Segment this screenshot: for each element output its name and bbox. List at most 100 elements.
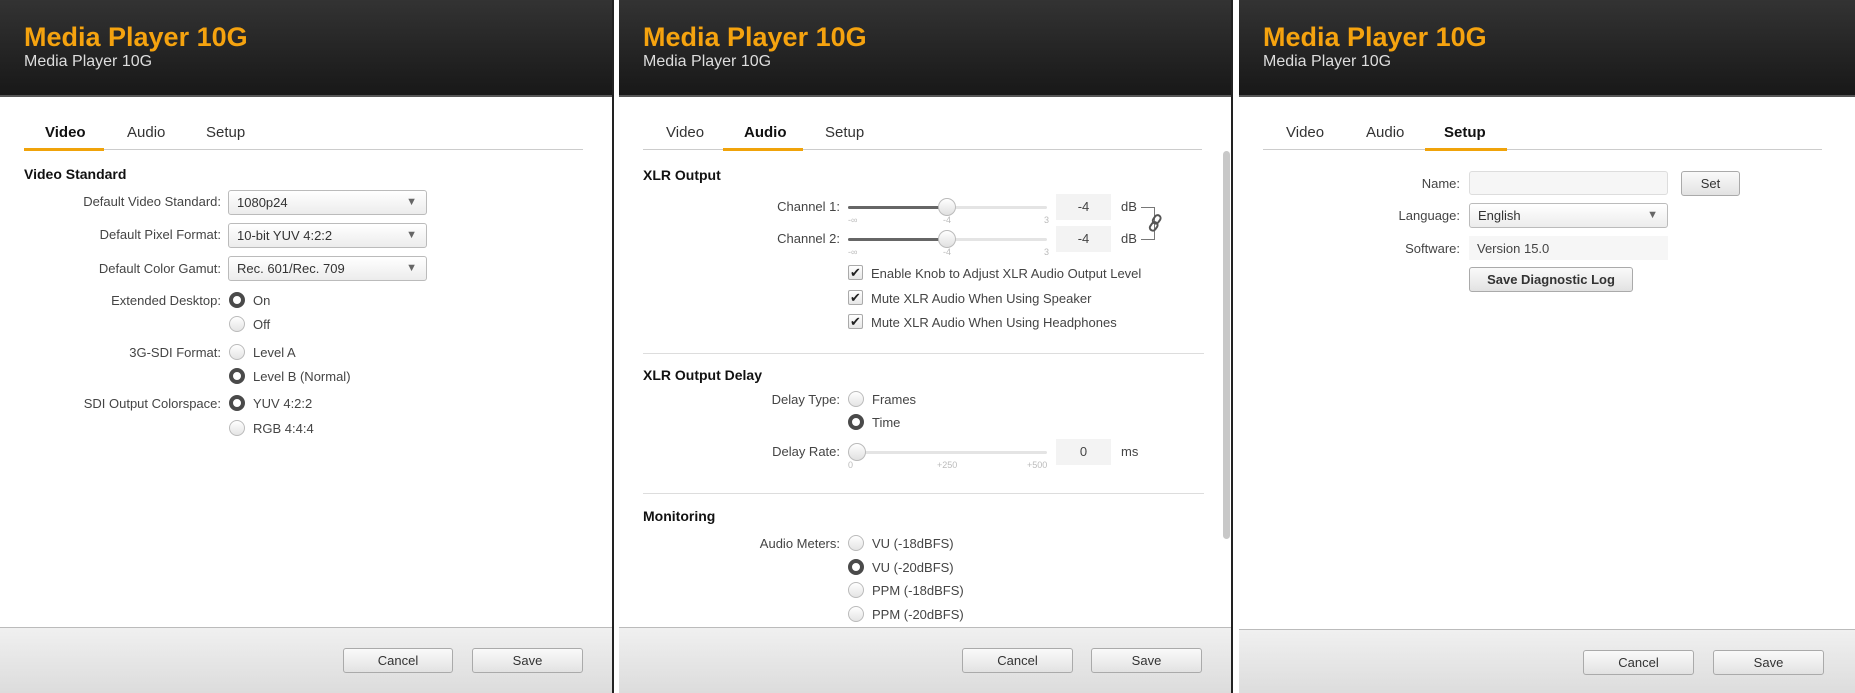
delay-rate-input[interactable]: 0	[1056, 439, 1111, 465]
delay-type-label: Delay Type:	[771, 392, 840, 407]
cancel-button[interactable]: Cancel	[343, 648, 453, 673]
app-title: Media Player 10G	[1263, 22, 1487, 52]
default-pixel-format-dropdown[interactable]: 10-bit YUV 4:2:2 ▼	[228, 223, 427, 248]
channel-2-label: Channel 2:	[777, 231, 840, 246]
tab-video[interactable]: Video	[666, 124, 704, 141]
frames-radio[interactable]	[848, 391, 864, 407]
level-a-radio[interactable]	[229, 344, 245, 360]
tab-audio[interactable]: Audio	[744, 124, 787, 141]
checkbox-label: Enable Knob to Adjust XLR Audio Output L…	[871, 266, 1142, 281]
save-button[interactable]: Save	[472, 648, 583, 673]
radio-label: Level B (Normal)	[253, 369, 351, 384]
software-version: Version 15.0	[1469, 236, 1668, 260]
tick-label: -∞	[848, 247, 858, 257]
vu-20-radio[interactable]	[848, 559, 864, 575]
app-subtitle: Media Player 10G	[1263, 53, 1392, 70]
chevron-down-icon: ▼	[406, 262, 417, 274]
active-tab-indicator	[723, 148, 803, 151]
tick-label: -4	[943, 215, 952, 225]
enable-knob-checkbox[interactable]: ✔	[848, 265, 863, 280]
radio-label: PPM (-20dBFS)	[872, 607, 964, 622]
dropdown-value: Rec. 601/Rec. 709	[237, 261, 345, 276]
header: Media Player 10G Media Player 10G	[619, 0, 1231, 97]
tab-divider	[24, 149, 583, 150]
time-radio[interactable]	[848, 414, 864, 430]
radio-label: Level A	[253, 345, 296, 360]
delay-rate-slider-handle[interactable]	[848, 443, 866, 461]
channel-1-slider-handle[interactable]	[938, 198, 956, 216]
video-settings-window: Media Player 10G Media Player 10G Video …	[0, 0, 614, 693]
section-title: Video Standard	[24, 166, 127, 182]
mute-headphones-checkbox[interactable]: ✔	[848, 314, 863, 329]
default-video-standard-label: Default Video Standard:	[83, 194, 221, 209]
tab-setup[interactable]: Setup	[206, 124, 245, 141]
default-color-gamut-dropdown[interactable]: Rec. 601/Rec. 709 ▼	[228, 256, 427, 281]
radio-label: On	[253, 293, 271, 308]
dropdown-value: English	[1478, 208, 1521, 223]
app-subtitle: Media Player 10G	[24, 53, 153, 70]
channel-2-slider-handle[interactable]	[938, 230, 956, 248]
radio-label: Time	[872, 415, 901, 430]
chevron-down-icon: ▼	[406, 229, 417, 241]
tab-video[interactable]: Video	[45, 124, 86, 141]
default-pixel-format-label: Default Pixel Format:	[99, 227, 221, 242]
sdi-format-label: 3G-SDI Format:	[129, 345, 221, 360]
audio-settings-window: Media Player 10G Media Player 10G Video …	[619, 0, 1233, 693]
checkbox-label: Mute XLR Audio When Using Speaker	[871, 291, 1092, 306]
cancel-button[interactable]: Cancel	[962, 648, 1073, 673]
extended-desktop-off-radio[interactable]	[229, 316, 245, 332]
mute-speaker-checkbox[interactable]: ✔	[848, 290, 863, 305]
active-tab-indicator	[24, 148, 104, 151]
slider-fill	[848, 238, 947, 241]
level-b-radio[interactable]	[229, 368, 245, 384]
cancel-button[interactable]: Cancel	[1583, 650, 1694, 675]
ppm-20-radio[interactable]	[848, 606, 864, 622]
audio-meters-label: Audio Meters:	[759, 536, 840, 551]
ppm-18-radio[interactable]	[848, 582, 864, 598]
tick-label: +500	[1027, 460, 1048, 470]
yuv-radio[interactable]	[229, 395, 245, 411]
set-button[interactable]: Set	[1681, 171, 1740, 196]
channel-2-value-input[interactable]: -4	[1056, 226, 1111, 252]
delay-rate-label: Delay Rate:	[772, 444, 840, 459]
save-diagnostic-log-button[interactable]: Save Diagnostic Log	[1469, 267, 1633, 292]
radio-label: Off	[253, 317, 271, 332]
default-video-standard-dropdown[interactable]: 1080p24 ▼	[228, 190, 427, 215]
rgb-radio[interactable]	[229, 420, 245, 436]
tab-audio[interactable]: Audio	[1366, 124, 1404, 141]
checkmark-icon: ✔	[850, 265, 861, 280]
language-dropdown[interactable]: English ▼	[1469, 203, 1668, 228]
tab-setup[interactable]: Setup	[1444, 124, 1486, 141]
tab-divider	[1263, 149, 1822, 150]
language-label: Language:	[1398, 208, 1460, 223]
extended-desktop-label: Extended Desktop:	[111, 293, 221, 308]
tick-label: 3	[1044, 247, 1050, 257]
chevron-down-icon: ▼	[1647, 209, 1658, 221]
tick-label: -4	[943, 247, 952, 257]
delay-rate-slider[interactable]	[848, 451, 1047, 454]
name-input[interactable]	[1469, 171, 1668, 195]
name-label: Name:	[1421, 176, 1460, 191]
unit-label: ms	[1121, 444, 1139, 459]
radio-label: VU (-18dBFS)	[872, 536, 954, 551]
chevron-down-icon: ▼	[406, 196, 417, 208]
slider-fill	[848, 206, 947, 209]
tab-video[interactable]: Video	[1286, 124, 1324, 141]
tab-audio[interactable]: Audio	[127, 124, 165, 141]
tab-setup[interactable]: Setup	[825, 124, 864, 141]
section-title: XLR Output Delay	[643, 367, 763, 383]
header: Media Player 10G Media Player 10G	[0, 0, 612, 97]
scrollbar[interactable]	[1223, 151, 1230, 539]
save-button[interactable]: Save	[1091, 648, 1202, 673]
radio-label: Frames	[872, 392, 917, 407]
save-button[interactable]: Save	[1713, 650, 1824, 675]
channel-1-value-input[interactable]: -4	[1056, 194, 1111, 220]
dropdown-value: 1080p24	[237, 195, 288, 210]
app-title: Media Player 10G	[643, 22, 867, 52]
link-icon[interactable]	[1147, 213, 1165, 233]
vu-18-radio[interactable]	[848, 535, 864, 551]
radio-label: PPM (-18dBFS)	[872, 583, 964, 598]
extended-desktop-on-radio[interactable]	[229, 292, 245, 308]
tick-label: +250	[937, 460, 958, 470]
default-color-gamut-label: Default Color Gamut:	[98, 261, 221, 276]
